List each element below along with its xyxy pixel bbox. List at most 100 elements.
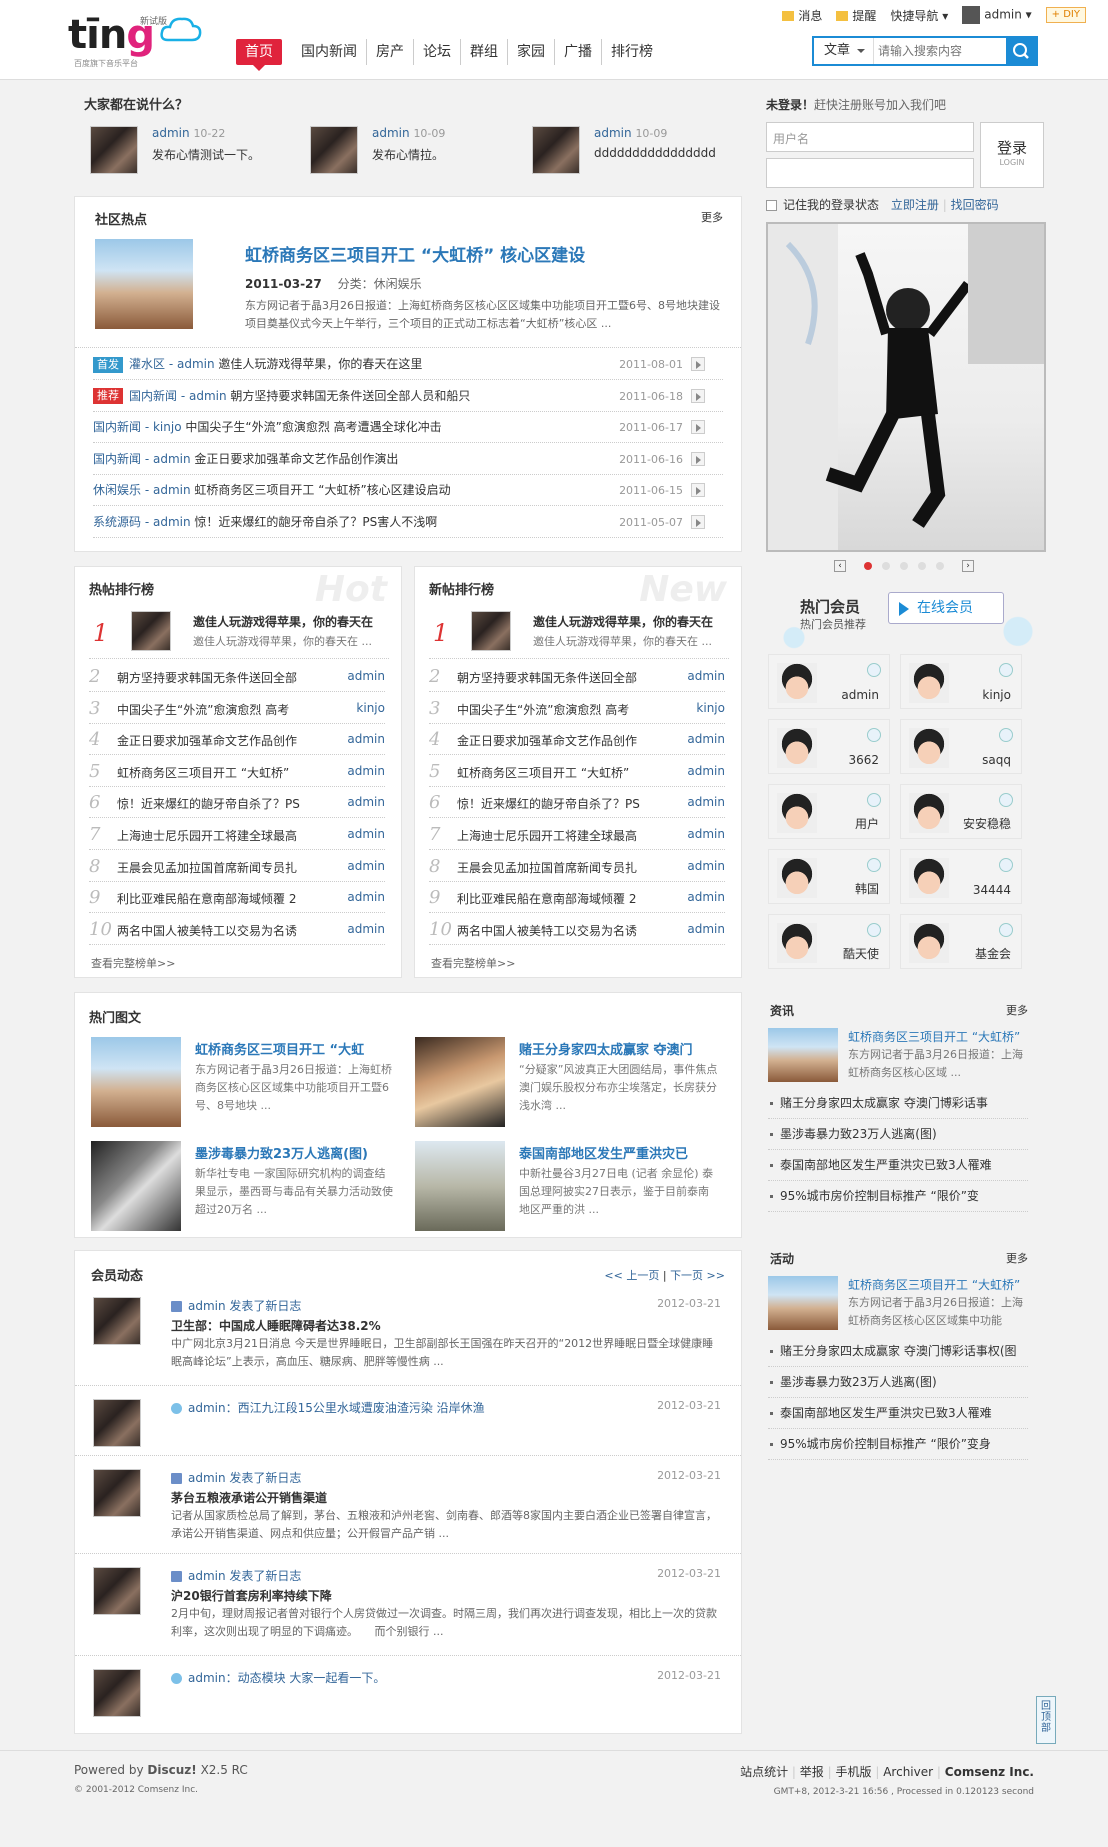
rank-user[interactable]: admin: [347, 787, 385, 818]
prev-slide-button[interactable]: ‹: [834, 560, 846, 572]
member-card[interactable]: saqq: [900, 719, 1022, 774]
row-category[interactable]: 灌水区: [129, 357, 165, 371]
row-category[interactable]: 国内新闻: [129, 389, 177, 403]
row-tag[interactable]: 推荐: [93, 388, 123, 404]
rank-title[interactable]: 王晨会见孟加拉国首席新闻专员扎: [457, 861, 637, 875]
slide-dot[interactable]: [918, 562, 926, 570]
feed-action-text[interactable]: admin 发表了新日志: [188, 1569, 301, 1583]
member-card[interactable]: 韩国: [768, 849, 890, 904]
row-user[interactable]: admin: [177, 357, 215, 371]
talking-user[interactable]: admin: [152, 126, 190, 140]
newrank-more-link[interactable]: 查看完整榜单>>: [431, 955, 515, 971]
member-name[interactable]: 安安稳稳: [963, 815, 1011, 832]
next-slide-button[interactable]: ›: [962, 560, 974, 572]
member-avatar[interactable]: [777, 728, 817, 768]
rank-title[interactable]: 两名中国人被美特工以交易为名诱: [457, 924, 637, 938]
rank-user[interactable]: admin: [347, 661, 385, 692]
row-category[interactable]: 国内新闻: [93, 420, 141, 434]
pic-thumb[interactable]: [91, 1141, 181, 1231]
rank-user[interactable]: admin: [687, 756, 725, 787]
password-field[interactable]: [766, 158, 974, 188]
row-user[interactable]: admin: [153, 515, 191, 529]
footer-link-stats[interactable]: 站点统计: [740, 1765, 788, 1779]
rank-user[interactable]: admin: [347, 819, 385, 850]
row-title[interactable]: 朝方坚持要求韩国无条件送回全部人员和船只: [230, 389, 470, 403]
activity-item[interactable]: 赌王分身家四太成赢家 夺澳门博彩话事权(图: [768, 1336, 1028, 1367]
nav-home-space[interactable]: 家园: [508, 39, 555, 65]
feed-action-text[interactable]: admin：西江九江段15公里水域遭废油渣污染 沿岸休渔: [188, 1401, 485, 1415]
row-title[interactable]: 中国尖子生“外流”愈演愈烈 高考遭遇全球化冲击: [185, 420, 441, 434]
nav-house[interactable]: 房产: [367, 39, 414, 65]
rank-user[interactable]: admin: [347, 914, 385, 945]
member-name[interactable]: kinjo: [982, 688, 1011, 702]
search-input[interactable]: [878, 40, 1004, 62]
member-card[interactable]: 酷天使: [768, 914, 890, 969]
news-lead-image[interactable]: [768, 1028, 838, 1082]
rank-user[interactable]: admin: [687, 787, 725, 818]
rank-user[interactable]: admin: [347, 851, 385, 882]
pic-title[interactable]: 赌王分身家四太成赢家 夺澳门: [519, 1039, 693, 1058]
footer-link-report[interactable]: 举报: [800, 1765, 824, 1779]
feed-action[interactable]: admin：西江九江段15公里水域遭废油渣污染 沿岸休渔: [171, 1399, 485, 1416]
prev-page-link[interactable]: << 上一页: [604, 1269, 659, 1282]
pic-thumb[interactable]: [91, 1037, 181, 1127]
member-avatar[interactable]: [777, 793, 817, 833]
row-title[interactable]: 邀佳人玩游戏得苹果，你的春天在这里: [218, 357, 422, 371]
avatar[interactable]: [93, 1399, 141, 1447]
feed-action[interactable]: admin 发表了新日志: [171, 1567, 301, 1584]
row-tag[interactable]: 首发: [93, 356, 123, 373]
row-title[interactable]: 虹桥商务区三项目开工 “大虹桥”核心区建设启动: [194, 483, 450, 497]
member-name[interactable]: 用户: [855, 815, 879, 832]
pic-title[interactable]: 虹桥商务区三项目开工 “大虹: [195, 1039, 364, 1058]
row-user[interactable]: admin: [153, 483, 191, 497]
pic-thumb[interactable]: [415, 1141, 505, 1231]
nav-group[interactable]: 群组: [461, 39, 508, 65]
hotrank-more-link[interactable]: 查看完整榜单>>: [91, 955, 175, 971]
member-avatar[interactable]: [777, 858, 817, 898]
next-page-link[interactable]: 下一页 >>: [670, 1269, 725, 1282]
member-card[interactable]: kinjo: [900, 654, 1022, 709]
member-card[interactable]: 用户: [768, 784, 890, 839]
row-category[interactable]: 休闲娱乐: [93, 483, 141, 497]
nav-broadcast[interactable]: 广播: [555, 39, 602, 65]
pic-thumb[interactable]: [415, 1037, 505, 1127]
hot-lead-cat[interactable]: 休闲娱乐: [374, 277, 422, 291]
avatar[interactable]: [131, 611, 171, 651]
news-item[interactable]: 95%城市房价控制目标推产 “限价”变: [768, 1181, 1028, 1212]
remember-checkbox[interactable]: [766, 200, 777, 211]
rank-title[interactable]: 虹桥商务区三项目开工 “大虹桥”: [117, 766, 289, 780]
avatar[interactable]: [532, 126, 580, 174]
rank-user[interactable]: admin: [687, 882, 725, 913]
member-name[interactable]: 基金会: [975, 945, 1011, 962]
member-card[interactable]: 基金会: [900, 914, 1022, 969]
avatar[interactable]: [93, 1297, 141, 1345]
row-title[interactable]: 金正日要求加强革命文艺作品创作演出: [194, 452, 398, 466]
rank-title[interactable]: 金正日要求加强革命文艺作品创作: [117, 734, 297, 748]
member-name[interactable]: saqq: [982, 753, 1011, 767]
feed-action-text[interactable]: admin：动态模块 大家一起看一下。: [188, 1671, 385, 1685]
talking-user[interactable]: admin: [594, 126, 632, 140]
play-icon[interactable]: [867, 663, 881, 677]
play-icon[interactable]: [691, 388, 705, 403]
play-icon[interactable]: [867, 728, 881, 742]
member-avatar[interactable]: [909, 793, 949, 833]
activity-item[interactable]: 95%城市房价控制目标推产 “限价”变身: [768, 1429, 1028, 1460]
news-more-link[interactable]: 更多: [1006, 1002, 1028, 1018]
activity-item[interactable]: 墨涉毒暴力致23万人逃离(图): [768, 1367, 1028, 1398]
news-lead-title[interactable]: 虹桥商务区三项目开工 “大虹桥”: [848, 1028, 1020, 1045]
avatar[interactable]: [93, 1469, 141, 1517]
member-avatar[interactable]: [909, 728, 949, 768]
rank-user[interactable]: admin: [687, 724, 725, 755]
site-logo[interactable]: tīng 新试版 百度旗下音乐平台: [68, 10, 208, 68]
rank-first-title[interactable]: 邀佳人玩游戏得苹果，你的春天在: [193, 613, 373, 630]
rank-user[interactable]: admin: [687, 819, 725, 850]
member-avatar[interactable]: [909, 858, 949, 898]
avatar[interactable]: [90, 126, 138, 174]
play-icon[interactable]: [691, 514, 705, 529]
hot-lead-image[interactable]: [95, 239, 193, 329]
play-icon[interactable]: [867, 923, 881, 937]
avatar[interactable]: [471, 611, 511, 651]
feed-action-text[interactable]: admin 发表了新日志: [188, 1299, 301, 1313]
rank-user[interactable]: admin: [347, 756, 385, 787]
member-name[interactable]: 34444: [973, 883, 1011, 897]
